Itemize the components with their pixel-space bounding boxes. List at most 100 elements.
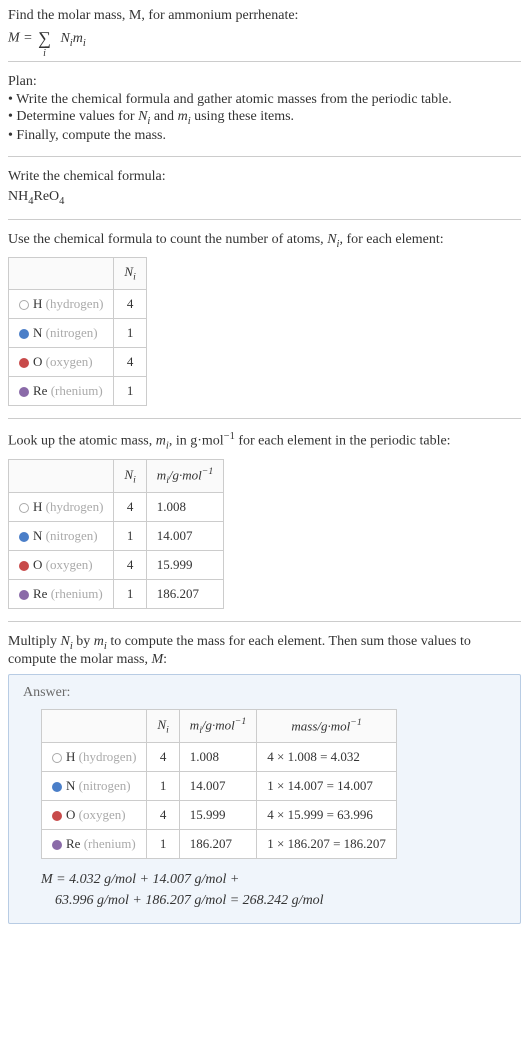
- element-dot-icon: [19, 329, 29, 339]
- element-name: (rhenium): [51, 586, 103, 601]
- multiply-m: m: [94, 634, 104, 649]
- divider: [8, 219, 521, 220]
- var-mi-sub: i: [83, 38, 86, 49]
- lookup-intro-a: Look up the atomic mass,: [8, 434, 156, 449]
- table-header-mi: mi/g·mol−1: [179, 710, 256, 743]
- n-value: 4: [147, 743, 179, 772]
- element-cell: H (hydrogen): [42, 743, 147, 772]
- molar-mass-formula: M = ∑ i Nimi: [8, 28, 521, 49]
- table-row: H (hydrogen) 4 1.008 4 × 1.008 = 4.032: [42, 743, 397, 772]
- plan-item: • Finally, compute the mass.: [8, 128, 521, 144]
- element-symbol: N: [33, 528, 42, 543]
- element-symbol: H: [33, 296, 42, 311]
- var-m: m: [73, 31, 83, 46]
- table-header-ni: Ni: [147, 710, 179, 743]
- table-row: H (hydrogen) 4: [9, 289, 147, 318]
- sigma-index: i: [43, 48, 46, 59]
- multiply-b: by: [73, 634, 94, 649]
- plan-list: • Write the chemical formula and gather …: [8, 92, 521, 144]
- element-cell: N (nitrogen): [9, 318, 114, 347]
- element-cell: Re (rhenium): [42, 830, 147, 859]
- element-symbol: H: [33, 499, 42, 514]
- table-header-ni: Ni: [114, 258, 146, 290]
- mass-value: 4 × 15.999 = 63.996: [257, 801, 397, 830]
- intro-text: Find the molar mass, M, for ammonium per…: [8, 8, 298, 23]
- divider: [8, 61, 521, 62]
- sigma-glyph: ∑: [38, 28, 51, 48]
- plan-header: Plan:: [8, 74, 521, 90]
- element-name: (oxygen): [46, 354, 93, 369]
- formula-rhs: Nimi: [60, 31, 85, 46]
- chem-formula-section: Write the chemical formula: NH4ReO4: [8, 169, 521, 207]
- multiply-section: Multiply Ni by mi to compute the mass fo…: [8, 634, 521, 668]
- element-dot-icon: [52, 753, 62, 763]
- table-row: N (nitrogen) 1 14.007: [9, 522, 224, 551]
- element-dot-icon: [19, 387, 29, 397]
- m-value: 186.207: [179, 830, 256, 859]
- element-dot-icon: [19, 590, 29, 600]
- element-dot-icon: [19, 358, 29, 368]
- divider: [8, 621, 521, 622]
- element-cell: H (hydrogen): [9, 493, 114, 522]
- element-cell: O (oxygen): [42, 801, 147, 830]
- table-header-mi: mi/g·mol−1: [146, 460, 223, 493]
- lookup-intro-c: for each element in the periodic table:: [235, 434, 451, 449]
- answer-label: Answer:: [23, 685, 506, 701]
- plan-item: • Write the chemical formula and gather …: [8, 92, 521, 108]
- multiply-M: M: [151, 652, 163, 667]
- mass-value: 4 × 1.008 = 4.032: [257, 743, 397, 772]
- table-row: Re (rhenium) 1: [9, 376, 147, 405]
- element-dot-icon: [19, 561, 29, 571]
- answer-box: Answer: Ni mi/g·mol−1 mass/g·mol−1 H (hy…: [8, 674, 521, 924]
- plan-item: • Determine values for Ni and mi using t…: [8, 109, 521, 127]
- element-name: (rhenium): [51, 383, 103, 398]
- mass-value: 1 × 14.007 = 14.007: [257, 772, 397, 801]
- chem-part: NH: [8, 189, 28, 204]
- final-line-2: 63.996 g/mol + 186.207 g/mol = 268.242 g…: [55, 890, 506, 911]
- lookup-intro-m: m: [156, 434, 166, 449]
- n-value: 4: [114, 347, 146, 376]
- m-value: 15.999: [146, 551, 223, 580]
- var-N: N: [60, 31, 69, 46]
- final-line-1: M = 4.032 g/mol + 14.007 g/mol +: [41, 869, 506, 890]
- lookup-intro-b: , in g·mol: [169, 434, 224, 449]
- table-row: O (oxygen) 4: [9, 347, 147, 376]
- plan-section: Plan: • Write the chemical formula and g…: [8, 74, 521, 144]
- m-value: 14.007: [146, 522, 223, 551]
- element-cell: Re (rhenium): [9, 580, 114, 609]
- table-header-empty: [9, 258, 114, 290]
- element-symbol: O: [66, 807, 75, 822]
- element-name: (nitrogen): [79, 778, 131, 793]
- n-value: 4: [114, 289, 146, 318]
- chem-sub: 4: [59, 196, 64, 207]
- element-cell: H (hydrogen): [9, 289, 114, 318]
- n-value: 4: [114, 551, 146, 580]
- multiply-N: N: [61, 634, 70, 649]
- multiply-a: Multiply: [8, 634, 61, 649]
- table-row: O (oxygen) 4 15.999: [9, 551, 224, 580]
- count-intro-a: Use the chemical formula to count the nu…: [8, 232, 327, 247]
- element-name: (oxygen): [79, 807, 126, 822]
- element-name: (hydrogen): [46, 296, 104, 311]
- table-header-empty: [42, 710, 147, 743]
- table-row: Re (rhenium) 1 186.207 1 × 186.207 = 186…: [42, 830, 397, 859]
- formula-lhs: M =: [8, 31, 36, 46]
- element-name: (nitrogen): [46, 325, 98, 340]
- table-row: N (nitrogen) 1 14.007 1 × 14.007 = 14.00…: [42, 772, 397, 801]
- table-row: N (nitrogen) 1: [9, 318, 147, 347]
- element-symbol: N: [66, 778, 75, 793]
- element-symbol: Re: [33, 586, 47, 601]
- element-name: (hydrogen): [79, 749, 137, 764]
- final-equation: M = 4.032 g/mol + 14.007 g/mol + 63.996 …: [41, 869, 506, 911]
- m-value: 1.008: [146, 493, 223, 522]
- count-table: Ni H (hydrogen) 4 N (nitrogen) 1 O (oxyg…: [8, 257, 147, 406]
- chem-part: ReO: [33, 189, 59, 204]
- count-section: Use the chemical formula to count the nu…: [8, 232, 521, 406]
- n-value: 1: [114, 580, 146, 609]
- m-value: 1.008: [179, 743, 256, 772]
- element-name: (nitrogen): [46, 528, 98, 543]
- element-cell: Re (rhenium): [9, 376, 114, 405]
- multiply-d: :: [163, 652, 167, 667]
- element-cell: N (nitrogen): [9, 522, 114, 551]
- element-symbol: Re: [33, 383, 47, 398]
